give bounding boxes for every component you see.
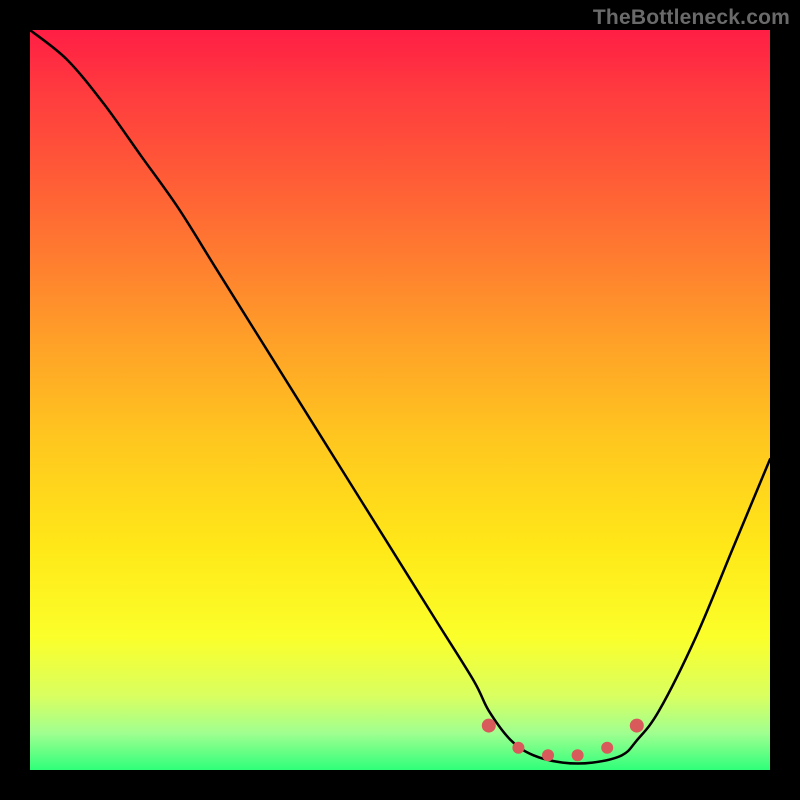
bottleneck-curve <box>30 30 770 764</box>
trough-marker <box>572 749 584 761</box>
trough-marker <box>630 719 644 733</box>
trough-marker <box>482 719 496 733</box>
trough-markers <box>482 719 644 762</box>
watermark-text: TheBottleneck.com <box>593 6 790 30</box>
chart-container: TheBottleneck.com <box>0 0 800 800</box>
trough-marker <box>542 749 554 761</box>
plot-area <box>30 30 770 770</box>
curve-layer <box>30 30 770 770</box>
trough-marker <box>601 742 613 754</box>
trough-marker <box>512 742 524 754</box>
